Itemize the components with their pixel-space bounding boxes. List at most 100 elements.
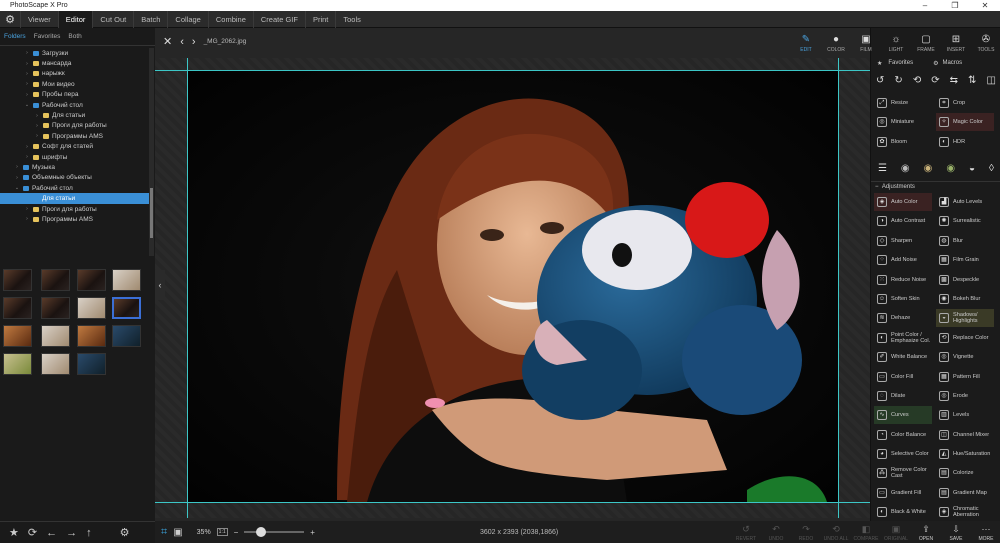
tool-crop[interactable]: ⌗ Crop: [936, 94, 994, 112]
tab-folders[interactable]: Folders: [0, 33, 30, 40]
expand-arrow-icon[interactable]: ›: [24, 216, 30, 222]
save-button[interactable]: ⇩ SAVE: [941, 521, 971, 543]
tool-hdr[interactable]: ◐ HDR: [936, 133, 994, 151]
undo-button[interactable]: ↶ UNDO: [761, 521, 791, 543]
thumbnail[interactable]: [112, 269, 141, 291]
zoom-out-icon[interactable]: −: [234, 528, 239, 537]
thumbnail[interactable]: [77, 325, 106, 347]
folder-item[interactable]: › Мои видео: [0, 79, 150, 89]
tab-color[interactable]: ● COLOR: [821, 28, 851, 55]
tool-despeckle[interactable]: ▩ Despeckle: [936, 271, 994, 289]
menu-editor[interactable]: Editor: [57, 10, 93, 28]
photo-canvas[interactable]: [187, 70, 838, 502]
rotate-left-icon[interactable]: ↺: [876, 75, 884, 86]
next-image-icon[interactable]: ›: [192, 36, 196, 48]
undo-all-button[interactable]: ⟲ UNDO ALL: [821, 521, 851, 543]
preset-1-icon[interactable]: ◉: [901, 163, 910, 174]
expand-arrow-icon[interactable]: ›: [24, 50, 30, 56]
tool-selective-color[interactable]: ◕ Selective Color: [874, 445, 932, 463]
tool-channel-mixer[interactable]: ◫ Channel Mixer: [936, 426, 994, 444]
redo-button[interactable]: ↷ REDO: [791, 521, 821, 543]
tool-pattern-fill[interactable]: ▦ Pattern Fill: [936, 368, 994, 386]
expand-arrow-icon[interactable]: ›: [14, 164, 20, 170]
gear-icon[interactable]: ⚙: [120, 526, 130, 539]
folder-item[interactable]: › мансарда: [0, 58, 150, 68]
arrow-up-icon[interactable]: ↑: [86, 527, 92, 539]
tool-miniature[interactable]: ◎ Miniature: [874, 113, 932, 131]
compare-button[interactable]: ◧ COMPARE: [851, 521, 881, 543]
arrow-right-icon[interactable]: →: [66, 527, 77, 539]
expand-arrow-icon[interactable]: ›: [24, 61, 30, 67]
drop-icon[interactable]: ◊: [989, 163, 994, 174]
folder-item[interactable]: › Музыка: [0, 162, 150, 172]
tool-point-color-emphasize-col[interactable]: ◐ Point Color / Emphasize Col.: [874, 329, 932, 347]
flip-horizontal-icon[interactable]: ⇆: [950, 75, 958, 86]
thumbnail[interactable]: [3, 325, 32, 347]
menu-combine[interactable]: Combine: [207, 10, 253, 28]
tab-frame[interactable]: ▢ FRAME: [911, 28, 941, 55]
tool-dehaze[interactable]: ≋ Dehaze: [874, 309, 932, 327]
thumbnail-selected[interactable]: [112, 297, 141, 319]
flip-vertical-icon[interactable]: ⇅: [968, 75, 976, 86]
tool-replace-color[interactable]: ⟲ Replace Color: [936, 329, 994, 347]
expand-arrow-icon[interactable]: ›: [34, 123, 40, 129]
tool-hue-saturation[interactable]: ◭ Hue/Saturation: [936, 445, 994, 463]
tool-erode[interactable]: ◎ Erode: [936, 387, 994, 405]
folder-item[interactable]: › шрифты: [0, 152, 150, 162]
tab-tools[interactable]: ✇ TOOLS: [971, 28, 1000, 55]
tab-edit[interactable]: ✎ EDIT: [791, 28, 821, 55]
favorites-tab[interactable]: Favorites: [888, 60, 913, 66]
close-image-icon[interactable]: ✕: [163, 35, 172, 48]
expand-arrow-icon[interactable]: ›: [34, 133, 40, 139]
menu-print[interactable]: Print: [304, 10, 335, 28]
tool-auto-color[interactable]: ◈ Auto Color: [874, 193, 932, 211]
list-icon[interactable]: ☰: [878, 163, 887, 174]
tool-color-balance[interactable]: ◔ Color Balance: [874, 426, 932, 444]
tool-remove-color-cast[interactable]: ⁂ Remove Color Cast: [874, 464, 932, 482]
grid-icon[interactable]: ⌗: [161, 526, 167, 539]
tool-resize[interactable]: ⤢ Resize: [874, 94, 932, 112]
more-button[interactable]: ⋯ MORE: [971, 521, 1000, 543]
tool-bloom[interactable]: ✿ Bloom: [874, 133, 932, 151]
zoom-slider[interactable]: [244, 527, 305, 537]
tool-soften-skin[interactable]: ☺ Soften Skin: [874, 290, 932, 308]
tab-insert[interactable]: ⊞ INSERT: [941, 28, 971, 55]
thumbnail[interactable]: [41, 297, 70, 319]
tool-magic-color[interactable]: ✧ Magic Color: [936, 113, 994, 132]
zoom-in-icon[interactable]: +: [310, 528, 315, 537]
refresh-icon[interactable]: ⟳: [28, 526, 37, 539]
expand-arrow-icon[interactable]: ›: [14, 175, 20, 181]
folder-item[interactable]: › Для статьи: [0, 110, 150, 120]
revert-button[interactable]: ↺ REVERT: [731, 521, 761, 543]
folder-item[interactable]: › Программы AMS: [0, 131, 150, 141]
tool-gradient-map[interactable]: ▤ Gradient Map: [936, 484, 994, 502]
tool-gradient-fill[interactable]: ▭ Gradient Fill: [874, 484, 932, 502]
tool-reduce-noise[interactable]: ⁙ Reduce Noise: [874, 271, 932, 289]
adjustments-header[interactable]: − Adjustments: [871, 181, 1000, 191]
actual-size-button[interactable]: 1:1: [216, 528, 228, 536]
tool-curves[interactable]: ∿ Curves: [874, 406, 932, 425]
tool-levels[interactable]: ▥ Levels: [936, 406, 994, 424]
star-icon[interactable]: ★: [9, 526, 19, 539]
tab-film[interactable]: ▣ FILM: [851, 28, 881, 55]
tab-light[interactable]: ☼ LIGHT: [881, 28, 911, 55]
tool-chromatic-aberration[interactable]: ◈ Chromatic Aberration: [936, 503, 994, 521]
expand-arrow-icon[interactable]: ›: [24, 81, 30, 87]
straighten-icon[interactable]: ⟲: [913, 75, 921, 86]
expand-arrow-icon[interactable]: ›: [24, 144, 30, 150]
tool-auto-contrast[interactable]: ◑ Auto Contrast: [874, 212, 932, 230]
folder-item-selected[interactable]: Для статьи: [0, 193, 150, 204]
folder-item[interactable]: › Проги для работы: [0, 204, 150, 214]
thumbnail[interactable]: [77, 269, 106, 291]
preset-3-icon[interactable]: ◉: [946, 163, 955, 174]
preset-2-icon[interactable]: ◉: [924, 163, 933, 174]
folder-item[interactable]: › Загрузки: [0, 48, 150, 58]
tool-color-fill[interactable]: ▭ Color Fill: [874, 368, 932, 386]
folder-item[interactable]: ⌄ Рабочий стол: [0, 183, 150, 193]
folder-item[interactable]: ⌄ Рабочий стол: [0, 100, 150, 110]
settings-gear-icon[interactable]: ⚙: [0, 13, 20, 26]
macros-tab[interactable]: Macros: [942, 60, 962, 66]
thumbnail[interactable]: [77, 297, 106, 319]
tool-blur[interactable]: ◍ Blur: [936, 232, 994, 250]
thumbnail[interactable]: [3, 297, 32, 319]
